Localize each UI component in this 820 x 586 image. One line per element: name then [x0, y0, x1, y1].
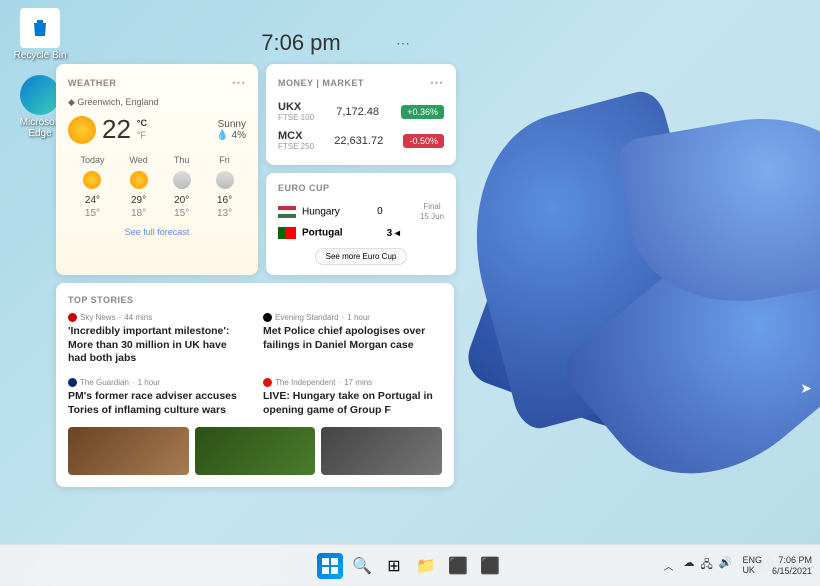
see-full-forecast-link[interactable]: See full forecast [68, 227, 246, 237]
forecast-day[interactable]: Today24°15° [80, 155, 104, 219]
story-headline: LIVE: Hungary take on Portugal in openin… [263, 390, 442, 417]
story-headline: Met Police chief apologises over failing… [263, 325, 442, 352]
onedrive-tray-icon[interactable]: ☁ [683, 556, 694, 575]
flag-hungary-icon [278, 206, 296, 218]
team-score: 0 [377, 206, 383, 217]
story-thumbnail[interactable] [321, 427, 442, 475]
cursor-icon: ➤ [800, 380, 812, 397]
source-icon [263, 313, 272, 322]
story-thumbnail[interactable] [68, 427, 189, 475]
weather-location: ◆ Greenwich, England [68, 97, 246, 108]
eurocup-widget[interactable]: EURO CUP Hungary 0 Final15 Jun Portugal … [266, 173, 456, 275]
weather-condition: Sunny [216, 119, 246, 130]
story-source: Sky News [80, 313, 116, 322]
top-stories-title: TOP STORIES [68, 295, 134, 305]
team-name: Portugal [302, 228, 343, 239]
story-headline: PM's former race adviser accuses Tories … [68, 390, 247, 417]
task-view-button[interactable]: ⊞ [381, 553, 407, 579]
cloud-icon [216, 171, 234, 189]
story-item[interactable]: The Guardian · 1 hourPM's former race ad… [68, 378, 247, 417]
temp-units[interactable]: °C°F [137, 118, 147, 141]
source-icon [263, 378, 272, 387]
search-button[interactable]: 🔍 [349, 553, 375, 579]
sun-icon [68, 116, 96, 144]
weather-widget[interactable]: WEATHER ⋯ ◆ Greenwich, England 22 °C°F S… [56, 64, 258, 275]
recycle-bin-icon [20, 8, 60, 48]
story-time: 44 mins [124, 313, 152, 322]
weather-precip: 💧 4% [216, 130, 246, 141]
market-row[interactable]: UKXFTSE 1007,172.48+0.36% [278, 97, 444, 126]
forecast-day[interactable]: Thu20°15° [173, 155, 191, 219]
story-item[interactable]: The Independent · 17 minsLIVE: Hungary t… [263, 378, 442, 417]
story-item[interactable]: Sky News · 44 mins'Incredibly important … [68, 313, 247, 366]
sun-icon [83, 171, 101, 189]
volume-tray-icon[interactable]: 🔊 [719, 556, 733, 575]
more-icon[interactable]: ⋯ [430, 74, 445, 91]
eurocup-title: EURO CUP [278, 183, 330, 193]
forecast-day[interactable]: Fri16°13° [216, 155, 234, 219]
tray-chevron-icon[interactable]: ︿ [663, 558, 673, 573]
start-button[interactable] [317, 553, 343, 579]
source-icon [68, 313, 77, 322]
language-indicator[interactable]: ENG UK [742, 556, 762, 576]
team-score: 3 ◂ [387, 228, 400, 239]
story-headline: 'Incredibly important milestone': More t… [68, 325, 247, 366]
team-name: Hungary [302, 206, 340, 217]
story-time: 17 mins [344, 378, 372, 387]
story-source: Evening Standard [275, 313, 339, 322]
pinned-app-button[interactable]: ⬛ [477, 553, 503, 579]
edge-icon [20, 75, 60, 115]
clock[interactable]: 7:06 PM6/15/2021 [772, 555, 812, 577]
story-time: 1 hour [138, 378, 161, 387]
story-source: The Independent [275, 378, 336, 387]
explorer-button[interactable]: 📁 [413, 553, 439, 579]
pinned-app-button[interactable]: ⬛ [445, 553, 471, 579]
market-row[interactable]: MCXFTSE 25022,631.72-0.50% [278, 126, 444, 155]
match-date: 15 Jun [420, 212, 444, 222]
market-title: MONEY | MARKET [278, 78, 364, 88]
match-status: Final [420, 202, 444, 212]
forecast-day[interactable]: Wed29°18° [129, 155, 147, 219]
story-source: The Guardian [80, 378, 129, 387]
weather-title: WEATHER [68, 78, 116, 88]
widgets-menu-icon[interactable]: ⋯ [396, 35, 410, 52]
widgets-panel: ⋯ 7:06 pm WEATHER ⋯ ◆ Greenwich, England… [56, 30, 456, 487]
taskbar: 🔍 ⊞ 📁 ⬛ ⬛ ︿ ☁ 🖧 🔊 ENG UK 7:06 PM6/15/202… [0, 544, 820, 586]
network-tray-icon[interactable]: 🖧 [700, 556, 712, 575]
market-widget[interactable]: MONEY | MARKET ⋯ UKXFTSE 1007,172.48+0.3… [266, 64, 456, 165]
flag-portugal-icon [278, 227, 296, 239]
top-stories-widget[interactable]: TOP STORIES Sky News · 44 mins'Incredibl… [56, 283, 454, 487]
see-more-eurocup-button[interactable]: See more Euro Cup [315, 248, 408, 265]
more-icon[interactable]: ⋯ [232, 74, 247, 91]
cloud-icon [173, 171, 191, 189]
weather-temp: 22 [102, 114, 131, 145]
sun-icon [130, 171, 148, 189]
story-item[interactable]: Evening Standard · 1 hourMet Police chie… [263, 313, 442, 366]
story-time: 1 hour [347, 313, 370, 322]
source-icon [68, 378, 77, 387]
story-thumbnail[interactable] [195, 427, 316, 475]
